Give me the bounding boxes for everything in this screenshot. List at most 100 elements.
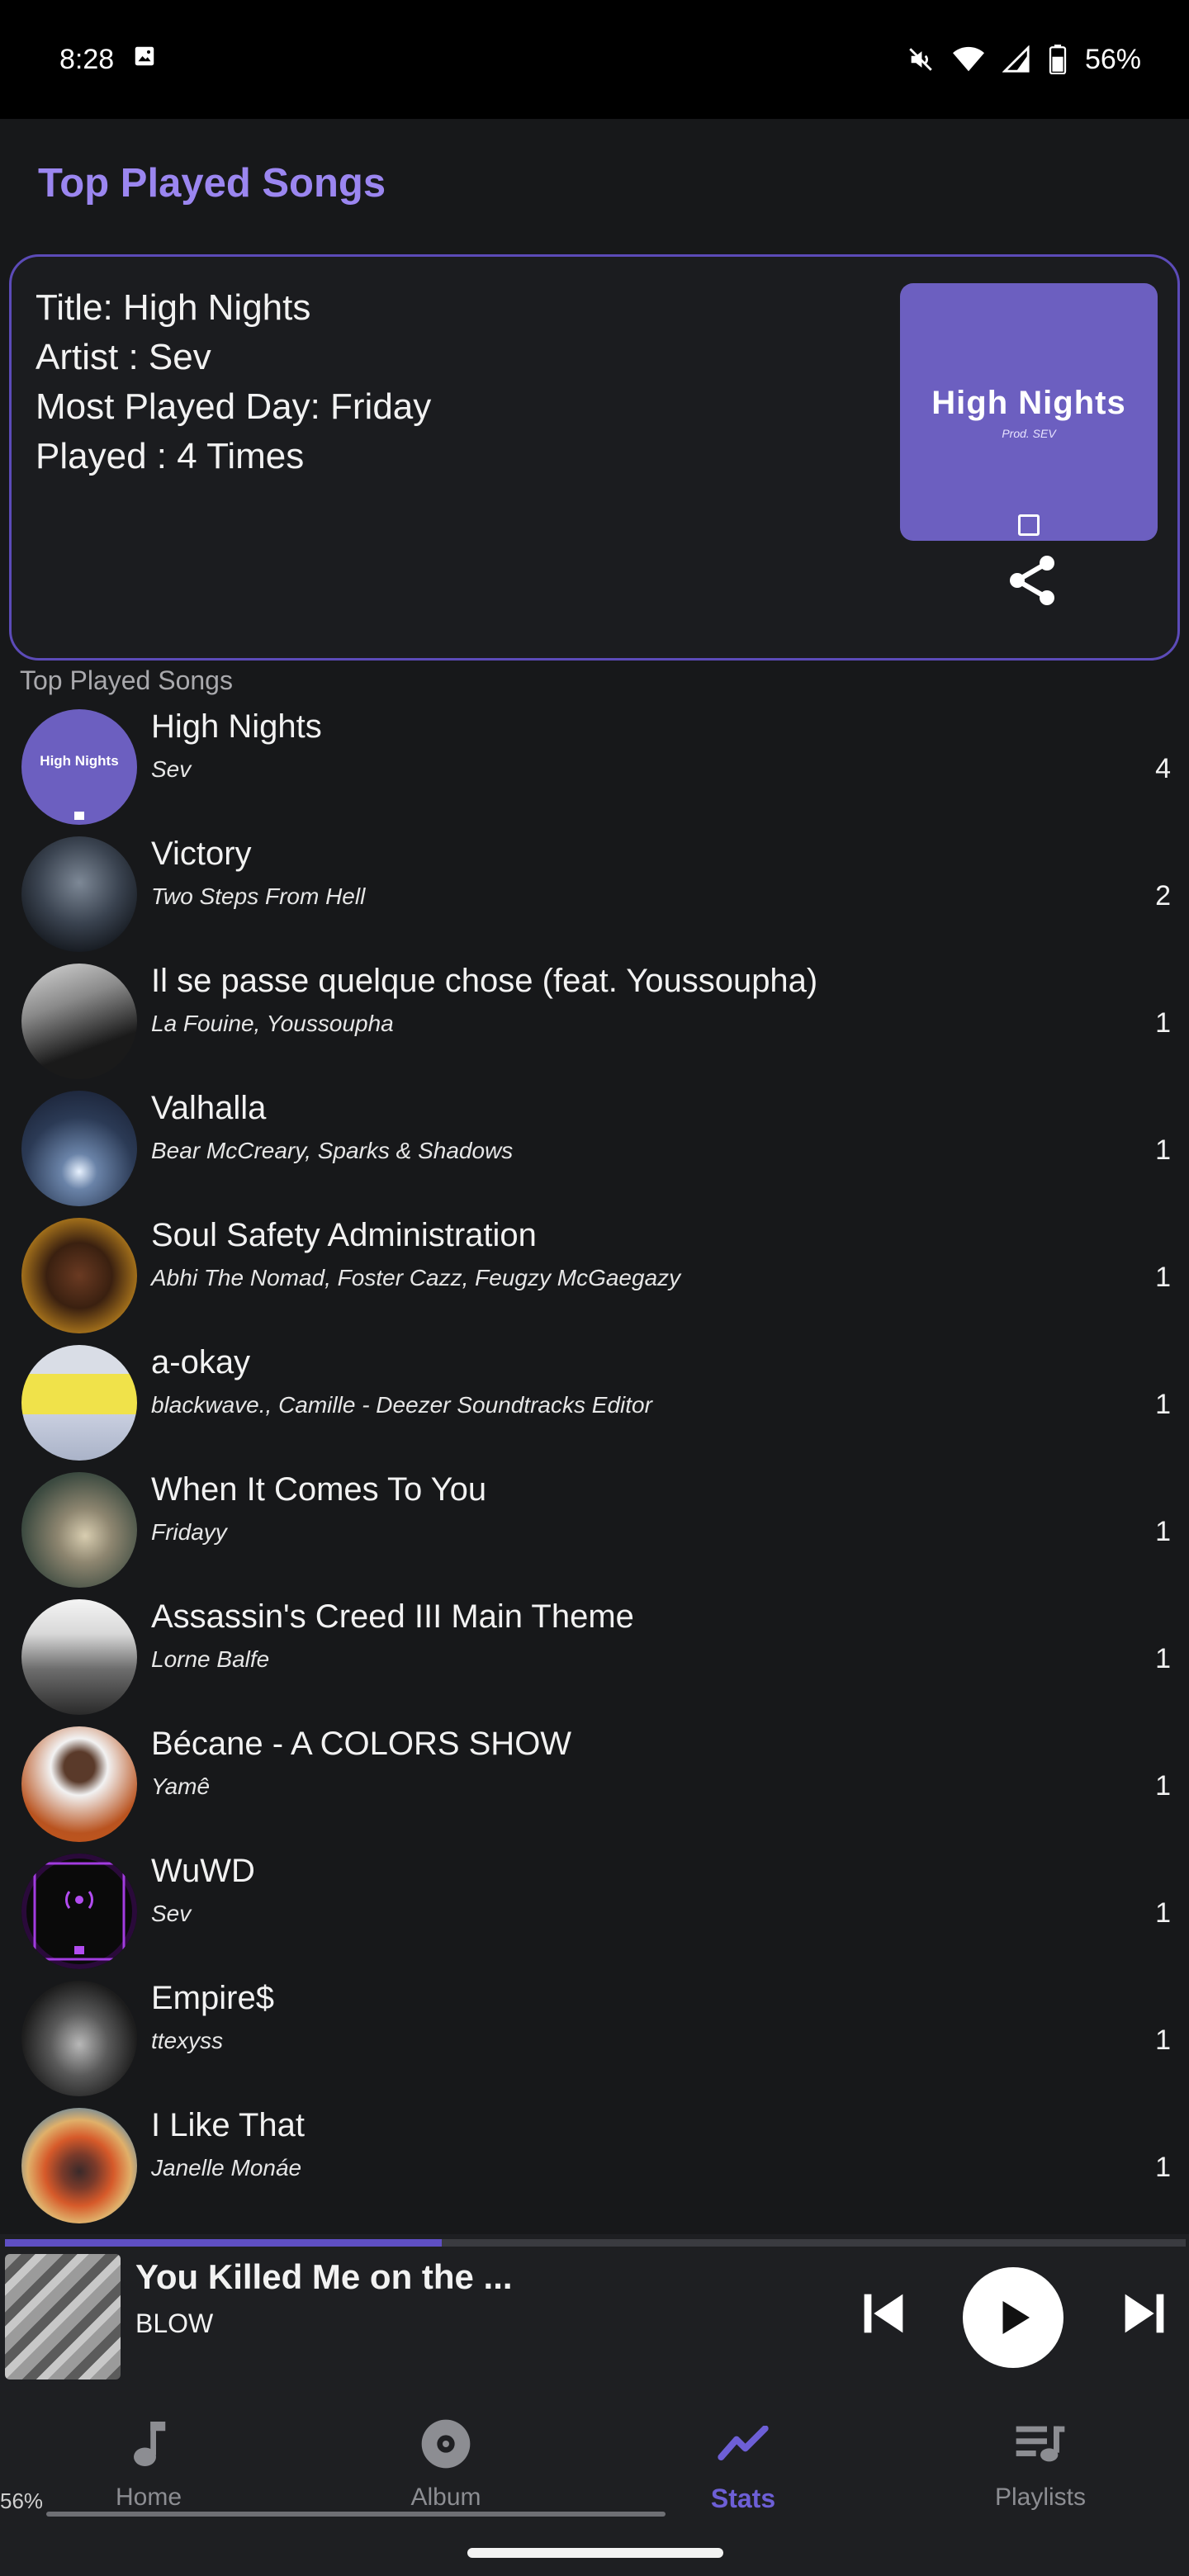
song-row[interactable]: Bécane - A COLORS SHOW Yamê 1 bbox=[0, 1719, 1189, 1846]
song-title: I Like That bbox=[151, 2107, 306, 2143]
song-title: When It Comes To You bbox=[151, 1471, 487, 1508]
song-title: Valhalla bbox=[151, 1090, 267, 1126]
status-left: 8:28 bbox=[59, 44, 157, 76]
song-thumbnail bbox=[21, 1472, 137, 1588]
featured-played-line: Played : 4 Times bbox=[36, 436, 305, 476]
svg-text:High Nights: High Nights bbox=[40, 753, 118, 769]
playback-progress-fill bbox=[5, 2239, 443, 2247]
disc-icon bbox=[419, 2411, 472, 2477]
song-artist: Bear McCreary, Sparks & Shadows bbox=[151, 1138, 514, 1163]
player-song-title: You Killed Me on the ... bbox=[135, 2257, 513, 2296]
song-thumbnail bbox=[21, 1091, 137, 1206]
wifi-icon bbox=[952, 45, 984, 73]
song-row[interactable]: a-okay blackwave., Camille - Deezer Soun… bbox=[0, 1338, 1189, 1465]
song-artist: Yamê bbox=[151, 1773, 211, 1799]
song-title: Il se passe quelque chose (feat. Youssou… bbox=[151, 963, 818, 999]
featured-art-title: High Nights bbox=[931, 384, 1126, 421]
song-row[interactable]: When It Comes To You Fridayy 1 bbox=[0, 1465, 1189, 1592]
song-play-count: 1 bbox=[1155, 1643, 1171, 1674]
song-play-count: 1 bbox=[1155, 1516, 1171, 1547]
song-thumbnail bbox=[21, 1218, 137, 1333]
song-thumbnail bbox=[21, 1345, 137, 1461]
song-artist: Two Steps From Hell bbox=[151, 883, 366, 909]
player-artist: BLOW bbox=[135, 2308, 214, 2338]
featured-info: Title: High Nights Artist : Sev Most Pla… bbox=[36, 283, 431, 481]
skip-next-icon bbox=[1125, 2294, 1164, 2333]
song-row[interactable]: Assassin's Creed III Main Theme Lorne Ba… bbox=[0, 1592, 1189, 1719]
song-title: Empire$ bbox=[151, 1980, 274, 2016]
song-row[interactable]: Valhalla Bear McCreary, Sparks & Shadows… bbox=[0, 1083, 1189, 1210]
song-play-count: 1 bbox=[1155, 2024, 1171, 2056]
nav-label-stats: Stats bbox=[710, 2484, 776, 2513]
song-row[interactable]: Victory Two Steps From Hell 2 bbox=[0, 829, 1189, 956]
signal-icon bbox=[1002, 45, 1030, 73]
share-button[interactable] bbox=[999, 547, 1065, 613]
song-row[interactable]: High Nights High Nights Sev 4 bbox=[0, 702, 1189, 829]
song-row[interactable]: Empire$ ttexyss 1 bbox=[0, 1973, 1189, 2100]
trend-icon bbox=[717, 2411, 770, 2477]
featured-title-line: Title: High Nights bbox=[36, 287, 311, 328]
section-label: Top Played Songs bbox=[20, 665, 233, 695]
featured-art-subtitle: Prod. SEV bbox=[1002, 426, 1056, 440]
song-play-count: 1 bbox=[1155, 1262, 1171, 1293]
song-artist: Lorne Balfe bbox=[151, 1646, 270, 1672]
song-thumbnail bbox=[21, 1981, 137, 2096]
song-play-count: 1 bbox=[1155, 2152, 1171, 2183]
song-row[interactable]: I Like That Janelle Monáe 1 bbox=[0, 2100, 1189, 2228]
nav-label-playlists: Playlists bbox=[994, 2484, 1087, 2511]
player-album-art bbox=[5, 2254, 121, 2379]
mute-icon bbox=[907, 45, 935, 73]
next-button[interactable] bbox=[1111, 2280, 1177, 2346]
gesture-bar[interactable] bbox=[467, 2548, 723, 2558]
previous-button[interactable] bbox=[850, 2280, 917, 2346]
song-artist: ttexyss bbox=[151, 2028, 224, 2053]
music-note-icon bbox=[126, 2411, 171, 2477]
song-title: WuWD bbox=[151, 1853, 255, 1889]
song-title: Bécane - A COLORS SHOW bbox=[151, 1726, 572, 1762]
song-play-count: 1 bbox=[1155, 1770, 1171, 1802]
featured-artist-line: Artist : Sev bbox=[36, 337, 211, 377]
status-bar: 8:28 56% bbox=[0, 0, 1189, 119]
song-thumbnail bbox=[21, 2108, 137, 2223]
song-row[interactable]: Soul Safety Administration Abhi The Noma… bbox=[0, 1210, 1189, 1338]
song-thumbnail bbox=[21, 836, 137, 952]
nav-playlists[interactable]: Playlists bbox=[892, 2411, 1189, 2535]
song-list: High Nights High Nights Sev 4 Victory Tw… bbox=[0, 702, 1189, 2228]
status-time: 8:28 bbox=[59, 43, 115, 75]
song-thumbnail bbox=[21, 1726, 137, 1842]
nav-label-home: Home bbox=[115, 2484, 182, 2511]
share-icon bbox=[1010, 556, 1054, 605]
song-title: Victory bbox=[151, 836, 252, 872]
song-title: High Nights bbox=[151, 708, 322, 745]
battery-percent: 56% bbox=[1084, 43, 1141, 75]
song-play-count: 1 bbox=[1155, 1134, 1171, 1166]
song-thumbnail bbox=[21, 1854, 137, 1969]
song-play-count: 1 bbox=[1155, 1897, 1171, 1929]
song-artist: blackwave., Camille - Deezer Soundtracks… bbox=[151, 1392, 652, 1418]
song-row[interactable]: Il se passe quelque chose (feat. Youssou… bbox=[0, 956, 1189, 1083]
song-artist: Sev bbox=[151, 756, 192, 782]
status-right: 56% bbox=[907, 44, 1141, 76]
song-play-count: 4 bbox=[1155, 753, 1171, 784]
playlist-icon bbox=[1014, 2411, 1067, 2477]
song-row[interactable]: WuWD Sev 1 bbox=[0, 1846, 1189, 1973]
song-play-count: 2 bbox=[1155, 880, 1171, 912]
play-button[interactable] bbox=[963, 2267, 1063, 2368]
bottom-nav: Home Album Stats Playlists 56% bbox=[0, 2386, 1189, 2576]
song-thumbnail bbox=[21, 1599, 137, 1715]
song-title: Soul Safety Administration bbox=[151, 1217, 537, 1253]
featured-album-art: High Nights Prod. SEV bbox=[900, 283, 1158, 541]
song-artist: Abhi The Nomad, Foster Cazz, Feugzy McGa… bbox=[151, 1265, 681, 1290]
nav-scroll-indicator bbox=[46, 2512, 666, 2517]
nav-label-album: Album bbox=[410, 2484, 481, 2511]
song-play-count: 1 bbox=[1155, 1007, 1171, 1039]
song-artist: Janelle Monáe bbox=[151, 2155, 302, 2181]
song-artist: Sev bbox=[151, 1901, 192, 1926]
playback-progress-bar[interactable] bbox=[5, 2239, 1186, 2247]
song-artist: La Fouine, Youssoupha bbox=[151, 1011, 394, 1036]
song-title: Assassin's Creed III Main Theme bbox=[151, 1598, 634, 1635]
featured-song-card[interactable]: Title: High Nights Artist : Sev Most Pla… bbox=[9, 254, 1180, 661]
mini-player[interactable]: You Killed Me on the ... BLOW bbox=[0, 2234, 1189, 2386]
art-logo-icon bbox=[1018, 514, 1040, 536]
skip-previous-icon bbox=[864, 2294, 903, 2333]
